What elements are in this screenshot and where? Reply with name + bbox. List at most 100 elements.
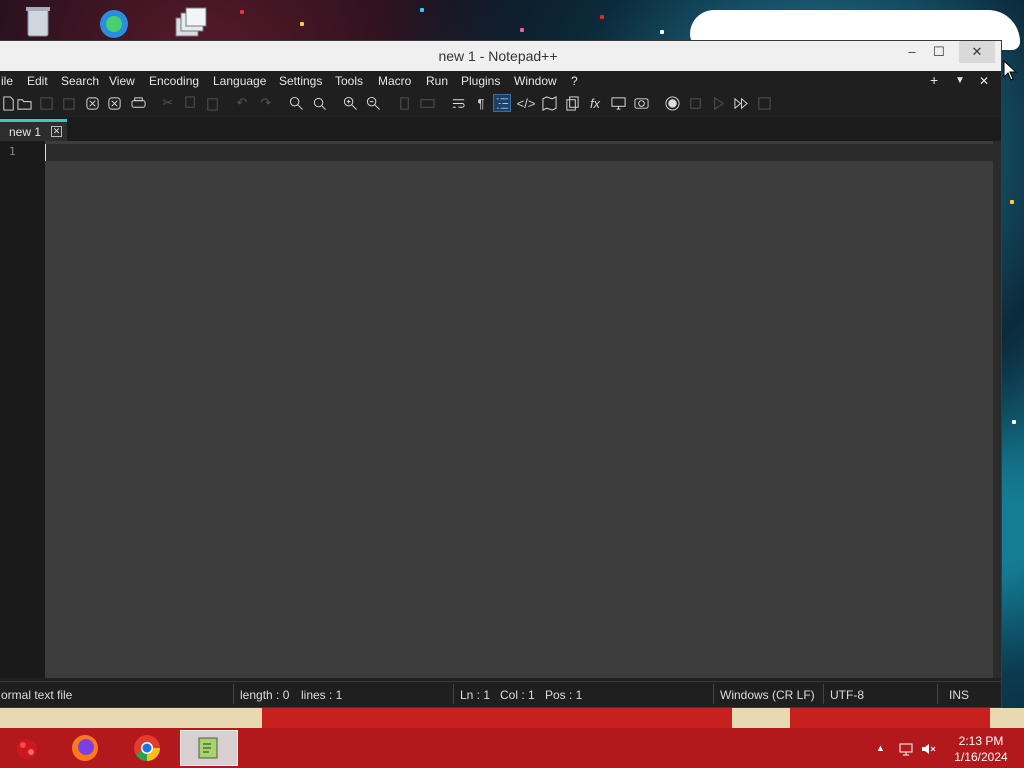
tab-list-dropdown-icon[interactable]: ▼ (955, 75, 965, 86)
status-encoding: UTF-8 (830, 688, 864, 702)
new-tab-plus-icon[interactable]: + (930, 72, 938, 88)
clock-time: 2:13 PM (958, 734, 1004, 748)
menu-file[interactable]: ile (1, 74, 13, 88)
menu-macro[interactable]: Macro (378, 74, 411, 88)
word-wrap-icon[interactable] (449, 94, 467, 112)
minimize-button[interactable]: – (897, 41, 927, 63)
undo-icon[interactable]: ↶ (233, 94, 251, 112)
redo-icon[interactable]: ↷ (257, 94, 275, 112)
edge-icon[interactable] (96, 4, 132, 38)
current-line-highlight (45, 144, 993, 161)
record-macro-icon[interactable] (663, 94, 681, 112)
sync-horizontal-icon[interactable] (418, 94, 436, 112)
confetti (520, 28, 524, 32)
status-bar: ormal text file length : 0 lines : 1 Ln … (0, 681, 1001, 707)
monitoring-icon[interactable] (632, 94, 650, 112)
cut-icon[interactable]: ✂ (159, 94, 177, 112)
status-divider (453, 684, 454, 704)
open-file-icon[interactable] (15, 94, 33, 112)
save-macro-icon[interactable] (755, 94, 773, 112)
status-divider (823, 684, 824, 704)
save-icon[interactable] (37, 94, 55, 112)
menu-run[interactable]: Run (426, 74, 448, 88)
zoom-in-icon[interactable] (341, 94, 359, 112)
tab-close-icon[interactable]: ✕ (51, 126, 62, 137)
print-icon[interactable] (129, 94, 147, 112)
mouse-pointer-icon (1003, 59, 1018, 85)
menu-plugins[interactable]: Plugins (461, 74, 500, 88)
taskbar: ▲ 2:13 PM 1/16/2024 (0, 728, 1024, 768)
chrome-icon[interactable] (120, 730, 174, 766)
paste-icon[interactable] (203, 94, 221, 112)
close-document-icon[interactable]: ✕ (979, 74, 989, 88)
replace-icon[interactable] (310, 94, 328, 112)
confetti (300, 22, 304, 26)
menu-help[interactable]: ? (571, 74, 578, 88)
recycle-bin-icon[interactable] (20, 4, 56, 38)
find-icon[interactable] (287, 94, 305, 112)
playback-macro-icon[interactable] (709, 94, 727, 112)
tab-bar: new 1 ✕ (0, 117, 1001, 141)
window-title: new 1 - Notepad++ (438, 48, 558, 64)
wallpaper-banner-red (262, 708, 732, 730)
menu-settings[interactable]: Settings (279, 74, 322, 88)
system-clock[interactable]: 2:13 PM 1/16/2024 (944, 733, 1018, 765)
function-list-icon[interactable]: fx (586, 94, 604, 112)
volume-muted-icon[interactable] (920, 741, 936, 760)
title-bar[interactable]: new 1 - Notepad++ – ☐ ✕ (0, 41, 1001, 71)
line-number-gutter: 1 (0, 141, 45, 678)
status-divider (233, 684, 234, 704)
status-length: length : 0 (240, 688, 290, 702)
status-line-number: Ln : 1 (460, 688, 491, 702)
confetti (1010, 200, 1014, 204)
menu-encoding[interactable]: Encoding (149, 74, 199, 88)
editor-area[interactable]: 1 (0, 141, 1001, 678)
menu-search[interactable]: Search (61, 74, 99, 88)
confetti (240, 10, 244, 14)
save-all-icon[interactable] (59, 94, 77, 112)
status-eol: Windows (CR LF) (720, 688, 815, 702)
toolbar: ✂ ↶ ↷ ¶ </> fx (0, 91, 1001, 115)
status-divider (937, 684, 938, 704)
notepadpp-icon[interactable] (180, 730, 238, 766)
menu-edit[interactable]: Edit (27, 74, 48, 88)
document-map-icon[interactable] (540, 94, 558, 112)
menu-language[interactable]: Language (213, 74, 266, 88)
maximize-button[interactable]: ☐ (924, 41, 954, 63)
menu-window[interactable]: Window (514, 74, 557, 88)
sync-vertical-icon[interactable] (395, 94, 413, 112)
close-window-button[interactable]: ✕ (959, 41, 995, 63)
line-number: 1 (9, 145, 16, 158)
confetti (1012, 420, 1016, 424)
close-icon[interactable] (83, 94, 101, 112)
status-divider (713, 684, 714, 704)
start-icon[interactable] (0, 730, 54, 766)
tray-overflow-icon[interactable]: ▲ (876, 743, 885, 753)
firefox-icon[interactable] (58, 730, 112, 766)
clock-date: 1/16/2024 (954, 750, 1008, 764)
confetti (660, 30, 664, 34)
stop-record-icon[interactable] (686, 94, 704, 112)
copy-icon[interactable] (181, 94, 199, 112)
network-icon[interactable] (898, 741, 914, 760)
status-position: Pos : 1 (545, 688, 583, 702)
menu-bar: ile Edit Search View Encoding Language S… (0, 71, 1001, 91)
close-all-icon[interactable] (105, 94, 123, 112)
tab-new-1[interactable]: new 1 ✕ (0, 119, 67, 141)
status-column: Col : 1 (500, 688, 535, 702)
udl-icon[interactable]: </> (517, 94, 536, 112)
show-all-characters-icon[interactable]: ¶ (472, 94, 490, 112)
folder-stack-icon[interactable] (172, 4, 208, 38)
menu-tools[interactable]: Tools (335, 74, 363, 88)
run-macro-multiple-icon[interactable] (732, 94, 750, 112)
zoom-out-icon[interactable] (364, 94, 382, 112)
status-file-type: ormal text file (1, 688, 73, 702)
text-caret (45, 144, 46, 161)
document-list-icon[interactable] (563, 94, 581, 112)
notepadpp-window: new 1 - Notepad++ – ☐ ✕ ile Edit Search … (0, 40, 1002, 708)
indent-guide-icon[interactable] (493, 94, 511, 112)
status-lines: lines : 1 (301, 688, 343, 702)
vertical-scrollbar[interactable] (993, 141, 1001, 678)
menu-view[interactable]: View (109, 74, 135, 88)
folder-as-workspace-icon[interactable] (609, 94, 627, 112)
